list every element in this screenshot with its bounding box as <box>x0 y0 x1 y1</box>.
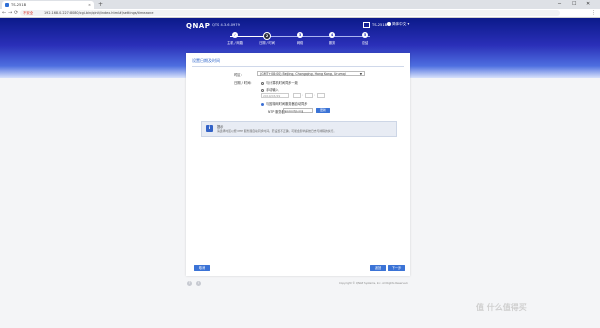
url-field[interactable]: 不安全 192.168.0.227:8080/cgi-bin/qinit/ind… <box>20 10 560 16</box>
copyright-text: Copyright © QNAP Systems, Inc. All Right… <box>339 282 409 285</box>
divider <box>192 66 404 67</box>
tab-title: TS-251B <box>11 3 27 7</box>
timezone-select[interactable]: (GMT+08:00) Beijing, Chongqing, Hong Kon… <box>257 71 365 76</box>
security-warning[interactable]: 不安全 <box>23 10 33 16</box>
tab-close-icon[interactable]: × <box>88 1 91 9</box>
back-button[interactable]: 返回 <box>370 265 386 271</box>
hour-input[interactable] <box>293 93 301 98</box>
chevron-down-icon: ▼ <box>359 72 362 76</box>
watermark: 值 什么值得买 <box>476 303 527 312</box>
language-selector[interactable]: 简体中文 ▾ <box>387 22 409 27</box>
step-5[interactable]: 5 总结 <box>360 32 370 45</box>
radio-label: 与计算机时间同步一致 <box>266 81 298 85</box>
radio-icon <box>261 81 264 85</box>
step-number: 5 <box>362 32 368 38</box>
url-text: 192.168.0.227:8080/cgi-bin/qinit/index.h… <box>44 11 154 15</box>
ntp-server-input[interactable]: pool.ntp.org <box>283 108 313 113</box>
info-icon: i <box>206 125 213 132</box>
minute-input[interactable] <box>305 93 313 98</box>
forward-button[interactable]: → <box>8 9 12 17</box>
window-close-button[interactable]: ✕ <box>586 0 590 9</box>
step-2[interactable]: 2 日期 / 时间 <box>259 32 275 45</box>
device-model: TS-251B <box>363 22 387 28</box>
update-button[interactable]: 更新 <box>316 108 330 113</box>
language-label: 简体中文 <box>392 22 407 26</box>
nas-icon <box>363 22 370 28</box>
date-input[interactable]: 2019/03/29 <box>261 93 289 98</box>
minimize-button[interactable]: ─ <box>558 0 561 9</box>
new-tab-button[interactable]: + <box>98 0 103 9</box>
radio-manual[interactable]: 手动输入 <box>261 87 279 92</box>
browser-menu-button[interactable]: ⋮ <box>591 9 596 17</box>
timezone-value: (GMT+08:00) Beijing, Chongqing, Hong Kon… <box>260 72 346 76</box>
step-number: 3 <box>297 32 303 38</box>
step-3[interactable]: 3 网络 <box>295 32 305 45</box>
radio-label: 与因特网时间服务器自动同步 <box>266 102 308 106</box>
cancel-button[interactable]: 取消 <box>194 265 210 271</box>
browser-tab[interactable]: TS-251B × <box>2 1 94 9</box>
settings-card: 设置日期及时间 时区: (GMT+08:00) Beijing, Chongqi… <box>186 53 410 276</box>
info-box: i 提示 请选择时区以便 NTP 服务器自动同步时间。若设置不正确，可能会影响系… <box>201 121 397 137</box>
qnap-logo: QNAP <box>186 22 211 30</box>
card-title: 设置日期及时间 <box>192 58 220 63</box>
timezone-label: 时区: <box>234 73 242 77</box>
back-button[interactable]: ← <box>2 9 6 17</box>
step-1[interactable]: ✓ 主机 / 网路 <box>227 32 243 45</box>
step-label: 总结 <box>361 41 369 45</box>
radio-label: 手动输入 <box>266 88 279 92</box>
step-4[interactable]: 4 服务 <box>327 32 337 45</box>
second-input[interactable] <box>317 93 325 98</box>
step-check-icon: ✓ <box>232 32 238 38</box>
reload-button[interactable]: ⟳ <box>14 9 18 17</box>
address-bar: ← → ⟳ 不安全 192.168.0.227:8080/cgi-bin/qin… <box>0 9 600 18</box>
radio-icon <box>261 88 264 92</box>
radio-ntp-sync[interactable]: 与因特网时间服务器自动同步 <box>261 101 307 106</box>
firmware-version: QTS 4.3.6.0979 <box>212 23 240 27</box>
maximize-button[interactable]: ☐ <box>572 0 576 9</box>
step-number: 4 <box>329 32 335 38</box>
info-text: 请选择时区以便 NTP 服务器自动同步时间。若设置不正确，可能会影响系统日志与排… <box>217 129 337 133</box>
info-circle-icon[interactable]: i <box>196 281 201 286</box>
browser-tabbar: TS-251B × + ─ ☐ ✕ <box>0 0 600 9</box>
radio-selected-icon <box>261 102 264 106</box>
device-model-label: TS-251B <box>372 23 388 27</box>
step-number: 2 <box>263 32 271 40</box>
favicon-icon <box>5 3 9 7</box>
datetime-label: 日期 / 时间: <box>234 81 252 85</box>
time-separator: : <box>314 93 316 97</box>
time-separator: : <box>302 93 304 97</box>
next-button[interactable]: 下一步 <box>388 265 405 271</box>
radio-sync-computer[interactable]: 与计算机时间同步一致 <box>261 80 298 85</box>
globe-icon <box>387 22 391 26</box>
help-icon[interactable]: ? <box>187 281 192 286</box>
